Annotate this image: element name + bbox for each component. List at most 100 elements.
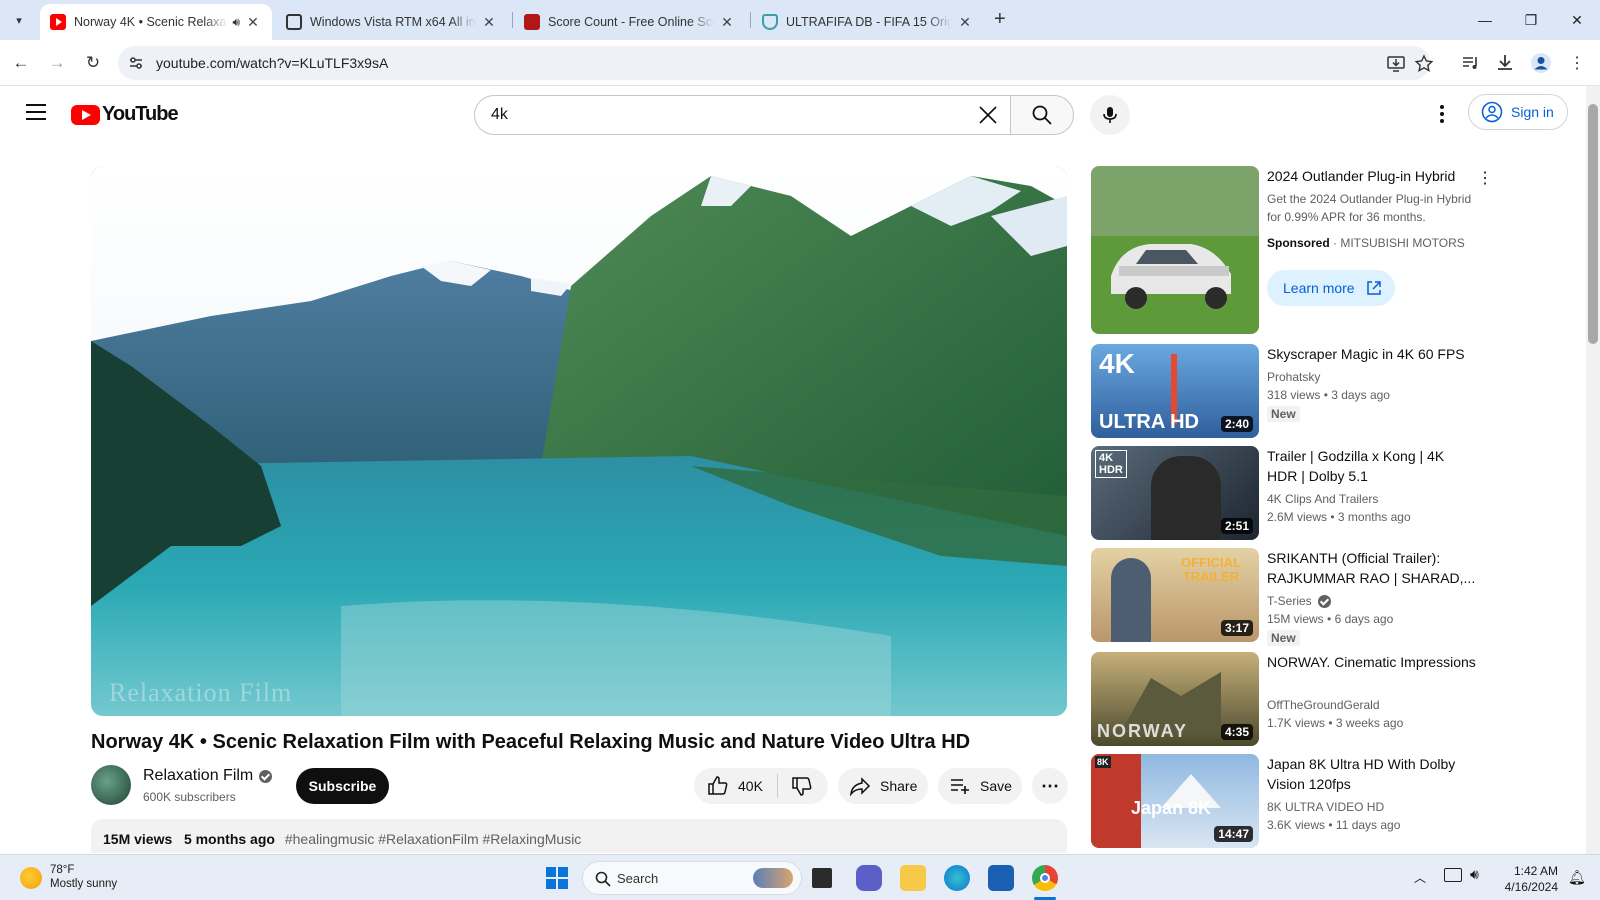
close-tab-icon[interactable]: ✕	[956, 14, 974, 31]
show-hidden-icons-chevron-icon[interactable]: ︿	[1414, 869, 1426, 886]
actor-image	[1111, 558, 1151, 642]
tab-score-count[interactable]: Score Count - Free Online Score ✕	[514, 4, 746, 40]
microsoft-store-icon[interactable]	[988, 865, 1014, 891]
youtube-play-logo-icon	[71, 104, 100, 125]
video-thumbnail[interactable]: NORWAY 4:35	[1091, 652, 1259, 746]
views: 2.6M views	[1267, 510, 1328, 524]
video-title-link[interactable]: Skyscraper Magic in 4K 60 FPS	[1267, 344, 1477, 364]
youtube-logo[interactable]: YouTube	[71, 103, 179, 126]
search-input[interactable]: 4k	[474, 95, 1011, 135]
chrome-icon[interactable]	[1032, 865, 1058, 891]
weather-widget[interactable]: 78°F Mostly sunny	[50, 863, 117, 891]
ad-description: Get the 2024 Outlander Plug-in Hybrid fo…	[1267, 192, 1472, 224]
install-app-icon[interactable]	[1386, 54, 1406, 74]
video-thumbnail[interactable]: 8K Japan 8K 14:47	[1091, 754, 1259, 848]
video-channel[interactable]: 8K ULTRA VIDEO HD	[1267, 798, 1384, 816]
scrollbar-thumb[interactable]	[1588, 104, 1598, 344]
subscribe-button[interactable]: Subscribe	[296, 768, 389, 804]
learn-more-button[interactable]: Learn more	[1267, 270, 1395, 306]
windows-taskbar: 78°F Mostly sunny Search ︿ 🔊︎ 1:42 AM 4/…	[0, 854, 1600, 900]
thumbs-up-icon	[708, 776, 728, 795]
sponsored-ad[interactable]: 2024 Outlander Plug-in Hybrid Get the 20…	[1091, 166, 1493, 336]
video-thumbnail[interactable]: 4K HDR 2:51	[1091, 446, 1259, 540]
video-thumbnail[interactable]: OFFICIAL TRAILER 3:17	[1091, 548, 1259, 642]
temperature: 78°F	[50, 864, 75, 876]
back-arrow-icon[interactable]: ←	[8, 50, 34, 76]
file-explorer-icon[interactable]	[900, 865, 926, 891]
close-tab-icon[interactable]: ✕	[480, 14, 498, 31]
thumbnail-ultra-hd-text: ULTRA HD	[1099, 411, 1199, 433]
video-stats: 1.7K views • 3 weeks ago	[1267, 716, 1404, 730]
video-title-link[interactable]: Trailer | Godzilla x Kong | 4K HDR | Dol…	[1267, 446, 1477, 486]
ad-thumbnail[interactable]	[1091, 166, 1259, 334]
like-button[interactable]: 40K	[694, 774, 778, 798]
sponsored-label: Sponsored	[1267, 236, 1330, 250]
close-tab-icon[interactable]: ✕	[718, 14, 736, 31]
ad-more-icon[interactable]: ⋮	[1477, 168, 1493, 188]
page-scrollbar[interactable]	[1586, 86, 1600, 854]
channel-name-link[interactable]: Relaxation Film	[143, 767, 273, 785]
video-channel[interactable]: OffTheGroundGerald	[1267, 696, 1380, 714]
teams-chat-icon[interactable]	[856, 865, 882, 891]
new-badge: New	[1267, 630, 1300, 646]
video-thumbnail[interactable]: 4K ULTRA HD 2:40	[1091, 344, 1259, 438]
task-view-icon[interactable]	[812, 868, 832, 888]
video-channel[interactable]: 4K Clips And Trailers	[1267, 490, 1378, 508]
hashtags[interactable]: #healingmusic #RelaxationFilm #RelaxingM…	[285, 831, 581, 847]
media-controls-icon[interactable]	[1460, 52, 1482, 74]
system-clock[interactable]: 1:42 AM 4/16/2024	[1502, 863, 1558, 895]
forward-arrow-icon[interactable]: →	[44, 50, 70, 76]
close-tab-icon[interactable]: ✕	[244, 14, 262, 31]
share-label: Share	[880, 778, 918, 794]
tab-search-chevron-icon[interactable]: ▾	[6, 7, 32, 33]
video-player[interactable]: Relaxation Film	[91, 166, 1067, 716]
settings-more-icon[interactable]	[1430, 102, 1454, 126]
notification-bell-icon[interactable]: 🔔︎	[1568, 869, 1586, 886]
reload-icon[interactable]: ↻	[80, 50, 106, 76]
taskbar-search[interactable]: Search	[582, 861, 802, 895]
network-icon[interactable]	[1444, 868, 1462, 882]
tab-windows-vista[interactable]: Windows Vista RTM x64 All in One ✕	[276, 4, 508, 40]
description-box[interactable]: 15M views 5 months ago #healingmusic #Re…	[91, 819, 1067, 853]
volume-icon[interactable]: 🔊︎	[1470, 866, 1479, 883]
new-tab-plus-icon[interactable]: +	[994, 8, 1006, 31]
age: 3 months ago	[1337, 510, 1411, 524]
video-title-link[interactable]: SRIKANTH (Official Trailer): RAJKUMMAR R…	[1267, 548, 1477, 588]
channel-avatar[interactable]	[91, 765, 131, 805]
edge-browser-icon[interactable]	[944, 865, 970, 891]
address-bar[interactable]: youtube.com/watch?v=KLuTLF3x9sA	[118, 46, 1434, 80]
restore-icon[interactable]: ❐	[1508, 6, 1554, 34]
tab-title: Windows Vista RTM x64 All in One	[310, 15, 476, 29]
voice-search-button[interactable]	[1090, 95, 1130, 135]
age: 6 days ago	[1334, 612, 1394, 626]
share-button[interactable]: Share	[838, 768, 928, 804]
windows-start-icon[interactable]	[544, 865, 570, 891]
speaker-icon[interactable]: 🔊︎	[232, 15, 240, 30]
playlist-add-icon	[951, 779, 969, 794]
video-title-link[interactable]: Japan 8K Ultra HD With Dolby Vision 120f…	[1267, 754, 1477, 794]
tab-ultrafifa[interactable]: ULTRAFIFA DB - FIFA 15 Original ✕	[752, 4, 984, 40]
search-button[interactable]	[1010, 95, 1074, 135]
downloads-icon[interactable]	[1494, 52, 1516, 74]
bookmark-star-icon[interactable]	[1414, 54, 1434, 74]
sign-in-button[interactable]: Sign in	[1468, 94, 1568, 130]
window-close-icon[interactable]: ✕	[1554, 6, 1600, 34]
profile-icon[interactable]	[1530, 52, 1552, 74]
more-actions-icon[interactable]: ⋯	[1032, 768, 1068, 804]
tab-youtube[interactable]: Norway 4K • Scenic Relaxation Film 🔊︎ ✕	[40, 4, 272, 40]
browser-menu-icon[interactable]: ⋮	[1566, 52, 1588, 74]
age: 3 days ago	[1331, 388, 1390, 402]
minimize-icon[interactable]: —	[1462, 6, 1508, 34]
weather-sun-icon[interactable]	[20, 867, 42, 889]
ad-title: 2024 Outlander Plug-in Hybrid	[1267, 168, 1456, 184]
advertiser-name: MITSUBISHI MOTORS	[1340, 236, 1465, 250]
upload-age: 5 months ago	[183, 831, 275, 847]
clear-search-icon[interactable]	[977, 104, 999, 126]
video-channel[interactable]: Prohatsky	[1267, 368, 1320, 386]
site-settings-icon[interactable]	[128, 55, 144, 71]
video-channel[interactable]: T-Series	[1267, 592, 1331, 610]
video-title-link[interactable]: NORWAY. Cinematic Impressions	[1267, 652, 1477, 672]
save-button[interactable]: Save	[938, 768, 1022, 804]
dislike-button[interactable]	[778, 774, 814, 798]
hamburger-menu-icon[interactable]	[26, 104, 46, 120]
